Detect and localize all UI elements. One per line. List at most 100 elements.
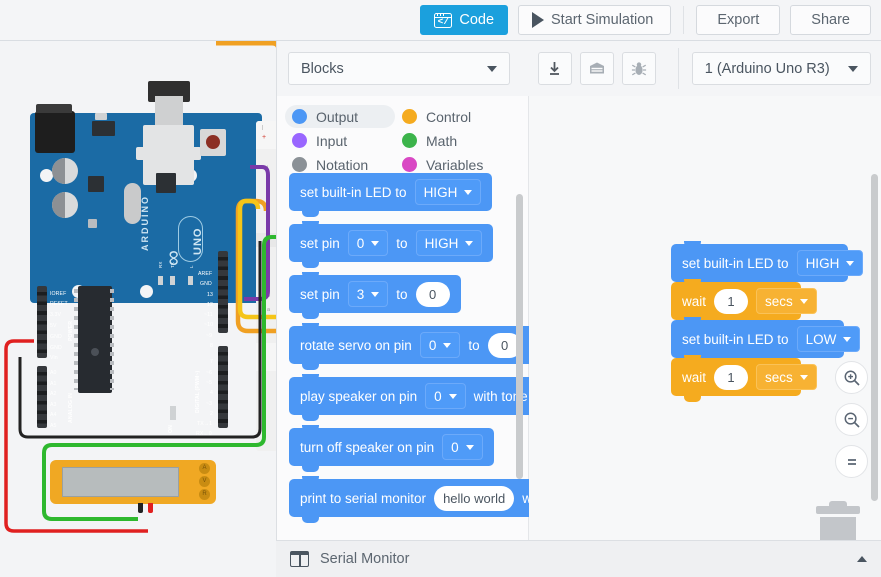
zoom-reset-icon[interactable] xyxy=(835,445,868,478)
block-set-builtin-led[interactable]: set built-in LED toHIGH xyxy=(289,173,492,211)
block-ws-set-led-high[interactable]: set built-in LED toHIGH xyxy=(671,244,848,282)
dc-power-jack xyxy=(35,111,75,153)
block-value-input[interactable]: 0 xyxy=(416,282,450,307)
block-text: set built-in LED to xyxy=(682,332,789,347)
block-dropdown-value: 0 xyxy=(357,236,365,251)
block-turn-off-speaker[interactable]: turn off speaker on pin0 xyxy=(289,428,494,466)
smd-chip-2 xyxy=(88,219,97,228)
blocks-mode-value: Blocks xyxy=(301,61,344,77)
palette-block-list[interactable]: set built-in LED toHIGHset pin0toHIGHset… xyxy=(277,173,529,577)
start-simulation-button[interactable]: Start Simulation xyxy=(518,5,671,35)
pin-label-33v: 3.3V xyxy=(50,312,61,318)
chevron-down-icon xyxy=(843,337,851,342)
download-icon[interactable] xyxy=(538,52,572,85)
multimeter-mode-r[interactable]: R xyxy=(199,489,210,500)
start-simulation-label: Start Simulation xyxy=(551,12,653,28)
block-ws-wait-1[interactable]: wait 1 secs xyxy=(671,282,801,320)
electrolytic-capacitor-2 xyxy=(52,192,78,218)
block-dropdown[interactable]: 0 xyxy=(420,332,461,358)
board-select-value: 1 (Arduino Uno R3) xyxy=(705,61,830,77)
block-dropdown[interactable]: 0 xyxy=(348,230,389,256)
block-dropdown-value: secs xyxy=(765,370,793,385)
circuit-canvas[interactable]: IOREF RESET 3.3V 5V GND GND Vin POWER A0… xyxy=(0,41,276,577)
block-dropdown[interactable]: secs xyxy=(756,364,817,390)
code-button[interactable]: </ Code xyxy=(420,5,508,35)
electrolytic-capacitor-1 xyxy=(52,158,78,184)
l-led xyxy=(188,276,193,285)
zoom-in-icon[interactable] xyxy=(835,361,868,394)
block-workspace[interactable]: set built-in LED toHIGHwait1secsset buil… xyxy=(529,96,881,577)
arduino-wordmark: ARDUINO xyxy=(140,195,150,251)
uno-text: UNO xyxy=(192,228,204,255)
serial-monitor-bar[interactable]: Serial Monitor xyxy=(276,540,881,577)
chevron-down-icon xyxy=(800,375,808,380)
zoom-out-icon[interactable] xyxy=(835,403,868,436)
palette-scrollbar[interactable] xyxy=(516,194,523,479)
category-math[interactable]: Math xyxy=(395,129,505,152)
block-text: wait xyxy=(682,294,706,309)
block-dropdown-value: secs xyxy=(765,294,793,309)
block-dropdown[interactable]: 0 xyxy=(442,434,483,460)
category-color-dot xyxy=(292,157,307,172)
digital-header-top[interactable] xyxy=(218,251,228,333)
workspace-block-stack[interactable]: set built-in LED toHIGH wait 1 secs set buil… xyxy=(671,244,848,396)
category-label: Output xyxy=(316,109,358,125)
multimeter-mode-v[interactable]: V xyxy=(199,476,210,487)
power-header[interactable] xyxy=(37,286,47,358)
block-value-input[interactable]: hello world xyxy=(434,486,514,511)
on-led xyxy=(170,406,176,420)
digital-header-bottom[interactable] xyxy=(218,346,228,428)
library-icon[interactable] xyxy=(580,52,614,85)
block-dropdown-value: LOW xyxy=(806,332,837,347)
block-value-input[interactable]: 1 xyxy=(714,289,748,314)
block-dropdown[interactable]: HIGH xyxy=(797,250,864,276)
header-divider xyxy=(678,48,679,89)
block-dropdown[interactable]: secs xyxy=(756,288,817,314)
category-input[interactable]: Input xyxy=(285,129,395,152)
chevron-down-icon xyxy=(443,343,451,348)
chevron-down-icon xyxy=(800,299,808,304)
block-set-pin-digital[interactable]: set pin0toHIGH xyxy=(289,224,493,262)
tx-led xyxy=(170,276,175,285)
multimeter-mode-a[interactable]: A xyxy=(199,463,210,474)
probe-black xyxy=(138,503,143,513)
pin-label-rx0: RX←0 xyxy=(196,431,212,437)
pin-label-13: 13 xyxy=(207,292,213,298)
pin-label-a5: A5 xyxy=(50,423,57,429)
block-play-speaker[interactable]: play speaker on pin0with tone6 xyxy=(289,377,529,415)
category-label: Notation xyxy=(316,157,368,173)
block-categories: OutputControlInputMathNotationVariables xyxy=(277,96,528,184)
debug-bug-icon[interactable] xyxy=(622,52,656,85)
export-button[interactable]: Export xyxy=(696,5,780,35)
share-button[interactable]: Share xyxy=(790,5,871,35)
block-value-input[interactable]: 1 xyxy=(714,365,748,390)
block-ws-set-led-low[interactable]: set built-in LED to LOW xyxy=(671,320,844,358)
chevron-up-icon[interactable] xyxy=(857,556,867,562)
analog-header-label: ANALOG IN xyxy=(68,393,74,423)
analog-header[interactable] xyxy=(37,366,47,428)
chevron-down-icon xyxy=(466,445,474,450)
block-dropdown[interactable]: HIGH xyxy=(416,230,483,256)
pin-label-tx1: TX→1 xyxy=(197,421,212,427)
block-dropdown[interactable]: 0 xyxy=(425,383,466,409)
block-dropdown[interactable]: LOW xyxy=(797,326,861,352)
block-ws-wait-2[interactable]: wait1secs xyxy=(671,358,801,396)
workspace-vertical-scrollbar[interactable] xyxy=(871,174,878,501)
block-rotate-servo[interactable]: rotate servo on pin0to0degre xyxy=(289,326,529,364)
board-select[interactable]: 1 (Arduino Uno R3) xyxy=(692,52,871,85)
block-dropdown[interactable]: 3 xyxy=(348,281,389,307)
chevron-down-icon xyxy=(464,190,472,195)
block-set-pin-analog[interactable]: set pin3to0 xyxy=(289,275,461,313)
block-print-serial-monitor[interactable]: print to serial monitorhello worldwith xyxy=(289,479,529,517)
block-dropdown[interactable]: HIGH xyxy=(415,179,482,205)
reset-button[interactable] xyxy=(200,129,226,156)
block-dropdown-value: 0 xyxy=(451,440,459,455)
code-window-icon: </ xyxy=(434,13,452,28)
arduino-infinity-logo: ∞ xyxy=(160,250,186,266)
multimeter[interactable]: A V R xyxy=(50,460,216,504)
pin-label-a2: A2 xyxy=(50,391,57,397)
block-text: to xyxy=(396,236,407,251)
category-control[interactable]: Control xyxy=(395,105,505,128)
blocks-mode-select[interactable]: Blocks xyxy=(288,52,510,85)
category-output[interactable]: Output xyxy=(285,105,395,128)
